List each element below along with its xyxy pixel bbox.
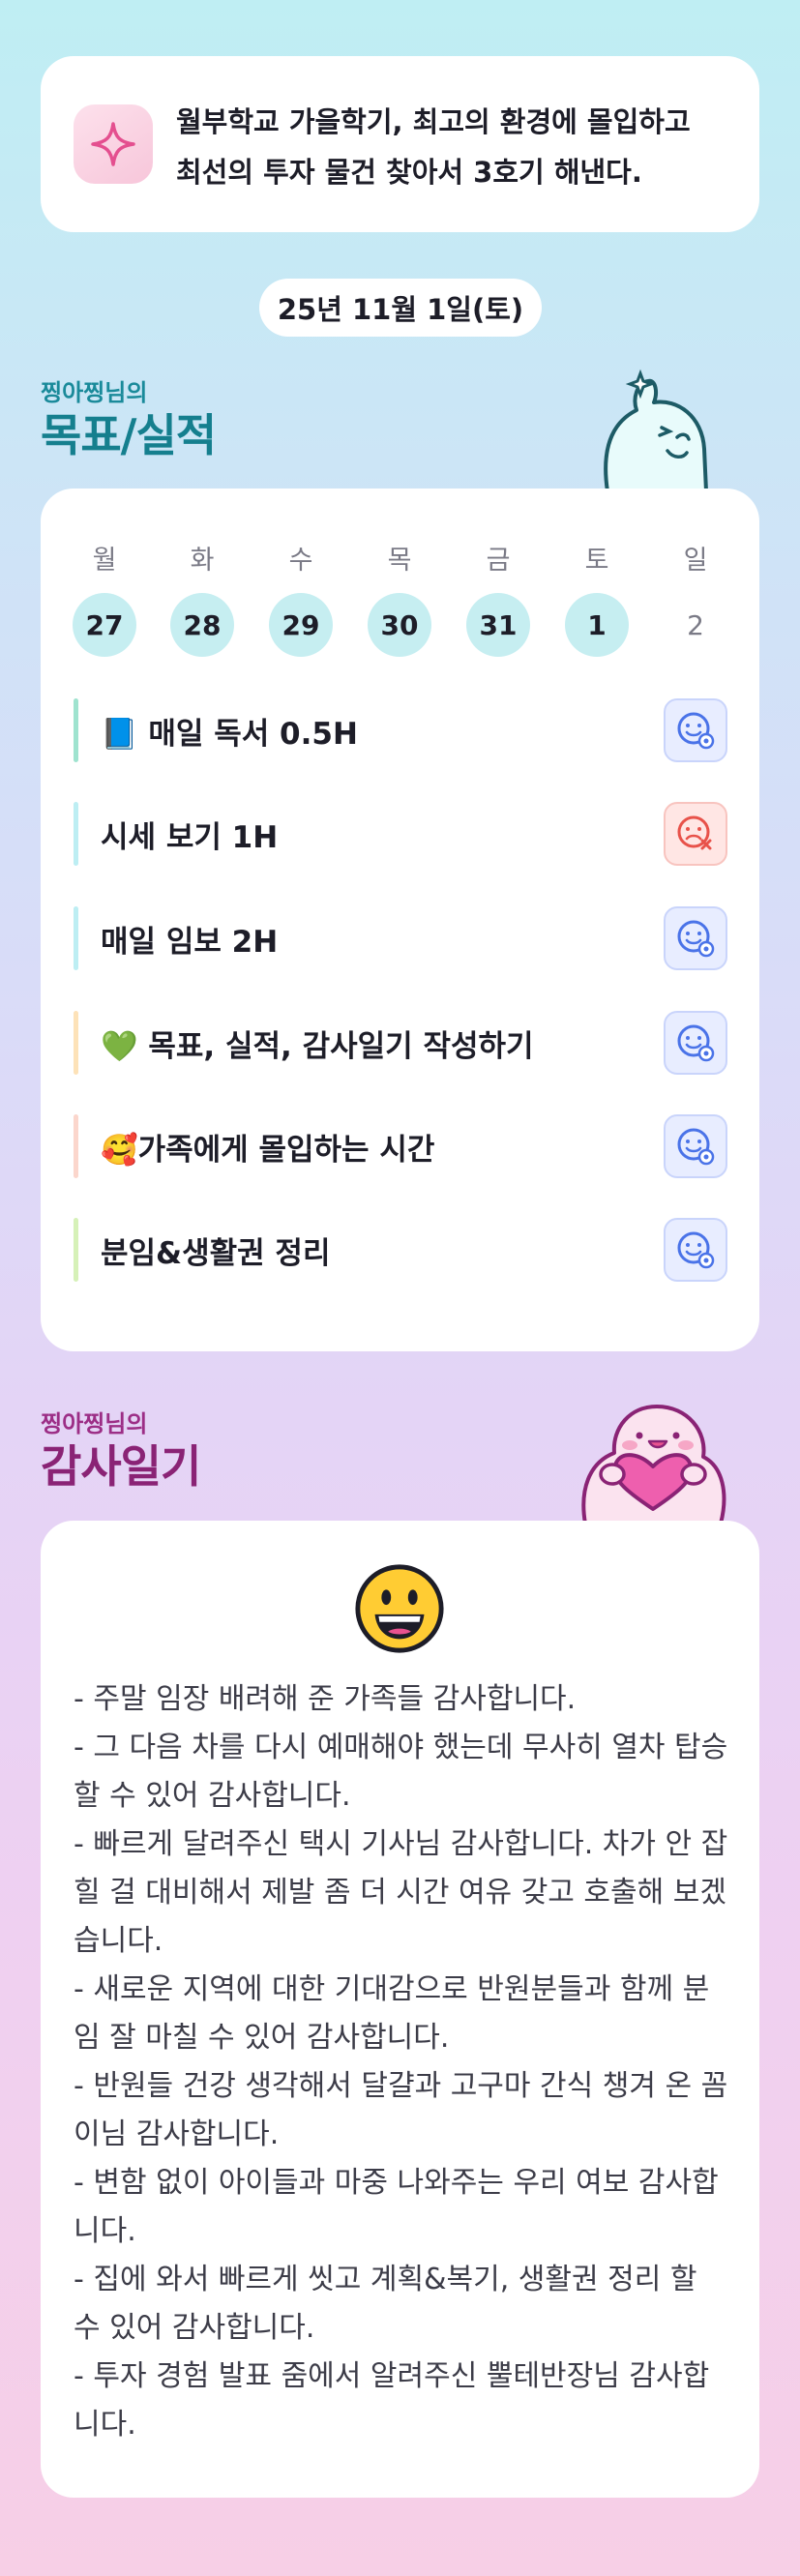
- goal-done-status-icon[interactable]: [664, 906, 727, 970]
- goal-label: 🥰가족에게 몰입하는 시간: [101, 1132, 435, 1168]
- goal-accent-bar: [74, 698, 78, 762]
- day-30[interactable]: 30: [368, 593, 431, 657]
- goal-label: 📘 매일 독서 0.5H: [101, 716, 358, 752]
- goals-section-title: 목표/실적: [41, 409, 217, 461]
- goal-accent-bar: [74, 1011, 78, 1075]
- thanks-diary-text: - 주말 임장 배려해 준 가족들 감사합니다. - 그 다음 차를 다시 예매…: [74, 1682, 728, 2442]
- goal-done-status-icon[interactable]: [664, 1218, 727, 1282]
- goal-row: 분임&생활권 정리: [74, 1216, 727, 1284]
- day-name-mon: 월: [92, 546, 117, 576]
- day-name-tue: 화: [190, 546, 215, 576]
- goal-row: 시세 보기 1H: [74, 800, 727, 868]
- day-name-wed: 수: [288, 546, 313, 576]
- day-2[interactable]: 2: [664, 593, 727, 657]
- day-1[interactable]: 1: [565, 593, 629, 657]
- goal-done-status-icon[interactable]: [664, 1011, 727, 1075]
- day-name-sat: 토: [584, 546, 609, 576]
- sparkle-icon: [74, 104, 153, 184]
- goal-accent-bar: [74, 1218, 78, 1282]
- goal-done-status-icon[interactable]: [664, 1114, 727, 1178]
- goal-accent-bar: [74, 802, 78, 866]
- day-name-fri: 금: [486, 546, 511, 576]
- goals-card: 월 화 수 목 금 토 일 27 28 29 30 31 1 2 📘 매일 독서…: [41, 489, 759, 1351]
- goal-label: 분임&생활권 정리: [101, 1235, 331, 1271]
- thanks-section-title: 감사일기: [41, 1440, 201, 1493]
- motto-text: 월부학교 가을학기, 최고의 환경에 몰입하고 최선의 투자 물건 찾아서 3호…: [176, 105, 691, 189]
- thanks-card: - 주말 임장 배려해 준 가족들 감사합니다. - 그 다음 차를 다시 예매…: [41, 1521, 759, 2498]
- goal-label: 💚 목표, 실적, 감사일기 작성하기: [101, 1028, 534, 1064]
- goal-done-status-icon[interactable]: [664, 698, 727, 762]
- day-31[interactable]: 31: [466, 593, 530, 657]
- motto-card: 월부학교 가을학기, 최고의 환경에 몰입하고 최선의 투자 물건 찾아서 3호…: [41, 56, 759, 232]
- goal-accent-bar: [74, 1114, 78, 1178]
- goal-failed-status-icon[interactable]: [664, 802, 727, 866]
- goal-accent-bar: [74, 906, 78, 970]
- grinning-face-icon: [355, 1564, 444, 1653]
- goal-label: 매일 임보 2H: [101, 924, 279, 960]
- day-name-sun: 일: [683, 546, 708, 576]
- day-27[interactable]: 27: [73, 593, 136, 657]
- goal-row: 매일 임보 2H: [74, 904, 727, 972]
- day-name-thu: 목: [387, 546, 412, 576]
- goal-row: 💚 목표, 실적, 감사일기 작성하기: [74, 1009, 727, 1077]
- goal-row: 📘 매일 독서 0.5H: [74, 696, 727, 764]
- date-badge: 25년 11월 1일(토): [259, 279, 542, 337]
- heart-mascot-icon: [581, 1405, 726, 1524]
- day-28[interactable]: 28: [170, 593, 234, 657]
- ghost-mascot-icon: [604, 369, 708, 491]
- goal-label: 시세 보기 1H: [101, 819, 279, 855]
- goal-row: 🥰가족에게 몰입하는 시간: [74, 1112, 727, 1180]
- day-29[interactable]: 29: [269, 593, 333, 657]
